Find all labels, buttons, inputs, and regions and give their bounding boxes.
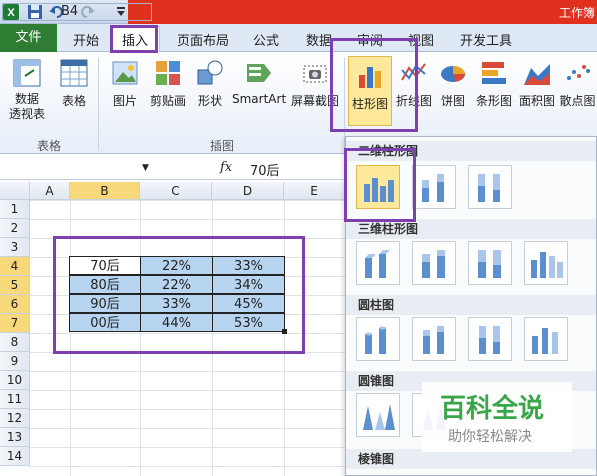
table-icon bbox=[60, 59, 88, 87]
fx-icon[interactable]: fx bbox=[220, 160, 232, 175]
row-header[interactable]: 14 bbox=[0, 447, 30, 466]
group-label-illustrations: 插图 bbox=[210, 139, 235, 153]
scatter-chart-button[interactable]: 散点图 bbox=[558, 58, 597, 109]
shapes-icon bbox=[197, 60, 223, 85]
clipart-icon bbox=[156, 61, 180, 85]
3d-cylinder-option[interactable] bbox=[524, 317, 568, 361]
column-header[interactable]: C bbox=[140, 182, 212, 200]
area-chart-icon bbox=[524, 64, 550, 85]
pivot-table-button[interactable]: 数据 透视表 bbox=[5, 58, 49, 122]
formula-value[interactable]: 70后 bbox=[250, 160, 280, 179]
pie-chart-icon bbox=[441, 66, 465, 82]
highlight-data-range bbox=[53, 236, 305, 354]
pie-chart-label: 饼图 bbox=[440, 94, 465, 108]
pie-chart-button[interactable]: 饼图 bbox=[436, 58, 470, 109]
picture-icon bbox=[112, 61, 138, 85]
percent-stacked-cylinder-icon bbox=[479, 326, 500, 354]
row-header[interactable]: 4 bbox=[0, 257, 30, 276]
row-header[interactable]: 8 bbox=[0, 333, 30, 352]
row-header[interactable]: 5 bbox=[0, 276, 30, 295]
pivot-table-icon bbox=[13, 59, 41, 87]
clustered-cone-icon bbox=[363, 404, 395, 430]
row-header[interactable]: 6 bbox=[0, 295, 30, 314]
title-strip bbox=[128, 0, 597, 24]
row-header[interactable]: 9 bbox=[0, 352, 30, 371]
bar-chart-label: 条形图 bbox=[475, 94, 512, 108]
watermark: 百科全说 助你轻松解决 bbox=[422, 382, 572, 452]
bar-chart-button[interactable]: 条形图 bbox=[473, 58, 515, 109]
shapes-label: 形状 bbox=[197, 94, 222, 108]
3d-percent-stacked-column-icon bbox=[478, 250, 501, 278]
formula-bar bbox=[0, 156, 345, 180]
pivot-table-label: 数据 透视表 bbox=[8, 92, 45, 121]
tab-file[interactable]: 文件 bbox=[0, 24, 57, 52]
watermark-slogan: 助你轻松解决 bbox=[448, 429, 532, 445]
group-label-tables: 表格 bbox=[37, 139, 62, 153]
3d-stacked-column-icon bbox=[422, 250, 445, 278]
smartart-label: SmartArt bbox=[232, 92, 287, 106]
row-header[interactable]: 12 bbox=[0, 409, 30, 428]
highlight-column-chart-button bbox=[330, 38, 418, 132]
window-title: 工作簿 bbox=[558, 6, 595, 20]
3d-column-icon bbox=[531, 252, 563, 278]
clipart-button[interactable]: 剪贴画 bbox=[148, 58, 188, 109]
clipart-label: 剪贴画 bbox=[149, 94, 186, 108]
group-separator bbox=[98, 58, 99, 150]
stacked-cylinder-option[interactable] bbox=[412, 317, 456, 361]
row-header[interactable]: 2 bbox=[0, 219, 30, 238]
tab-developer[interactable]: 开发工具 bbox=[460, 30, 512, 49]
highlight-clustered-column bbox=[344, 148, 416, 222]
3d-percent-stacked-column-option[interactable] bbox=[468, 241, 512, 285]
3d-column-option[interactable] bbox=[524, 241, 568, 285]
row-header[interactable]: 10 bbox=[0, 371, 30, 390]
shapes-button[interactable]: 形状 bbox=[192, 58, 228, 109]
bar-chart-icon bbox=[482, 62, 506, 84]
column-header[interactable]: D bbox=[212, 182, 284, 200]
row-header[interactable]: 7 bbox=[0, 314, 30, 333]
tab-page-layout[interactable]: 页面布局 bbox=[177, 30, 229, 49]
tab-data[interactable]: 数据 bbox=[306, 30, 332, 49]
picture-button[interactable]: 图片 bbox=[106, 58, 144, 109]
column-header[interactable]: A bbox=[30, 182, 70, 200]
clustered-cylinder-option[interactable] bbox=[356, 317, 400, 361]
percent-stacked-column-option[interactable] bbox=[468, 165, 512, 209]
area-chart-button[interactable]: 面积图 bbox=[516, 58, 558, 109]
smartart-button[interactable]: SmartArt bbox=[232, 58, 286, 106]
percent-stacked-column-icon bbox=[478, 174, 500, 202]
gallery-section-3d-column: 三维柱形图 bbox=[346, 219, 596, 239]
area-chart-label: 面积图 bbox=[518, 94, 555, 108]
select-all-corner[interactable] bbox=[0, 182, 30, 200]
clustered-cylinder-icon bbox=[365, 326, 386, 354]
row-header[interactable]: 1 bbox=[0, 200, 30, 219]
column-header[interactable]: B bbox=[70, 182, 140, 200]
scatter-chart-icon bbox=[566, 65, 590, 80]
row-header[interactable]: 11 bbox=[0, 390, 30, 409]
name-box[interactable]: B4 bbox=[2, 3, 152, 21]
name-box-dropdown-icon[interactable]: ▼ bbox=[142, 163, 149, 173]
stacked-column-option[interactable] bbox=[412, 165, 456, 209]
picture-label: 图片 bbox=[112, 94, 137, 108]
highlight-insert-tab bbox=[110, 25, 158, 53]
row-header[interactable]: 3 bbox=[0, 238, 30, 257]
3d-clustered-column-icon bbox=[365, 250, 390, 278]
percent-stacked-cylinder-option[interactable] bbox=[468, 317, 512, 361]
gallery-section-pyramid: 棱锥图 bbox=[346, 449, 596, 469]
clustered-cone-option[interactable] bbox=[356, 393, 400, 437]
column-header[interactable]: E bbox=[284, 182, 345, 200]
scatter-chart-label: 散点图 bbox=[559, 94, 596, 108]
table-button[interactable]: 表格 bbox=[55, 58, 93, 109]
3d-stacked-column-option[interactable] bbox=[412, 241, 456, 285]
tab-home[interactable]: 开始 bbox=[73, 30, 99, 49]
stacked-cylinder-icon bbox=[423, 326, 444, 354]
tab-formulas[interactable]: 公式 bbox=[253, 30, 279, 49]
smartart-icon bbox=[247, 64, 271, 82]
3d-clustered-column-option[interactable] bbox=[356, 241, 400, 285]
watermark-brand: 百科全说 bbox=[440, 394, 545, 424]
gallery-section-cylinder: 圆柱图 bbox=[346, 295, 596, 315]
row-header[interactable]: 13 bbox=[0, 428, 30, 447]
table-label: 表格 bbox=[61, 94, 86, 108]
screenshot-icon bbox=[303, 65, 327, 83]
stacked-column-icon bbox=[422, 174, 444, 202]
3d-cylinder-icon bbox=[532, 328, 558, 354]
